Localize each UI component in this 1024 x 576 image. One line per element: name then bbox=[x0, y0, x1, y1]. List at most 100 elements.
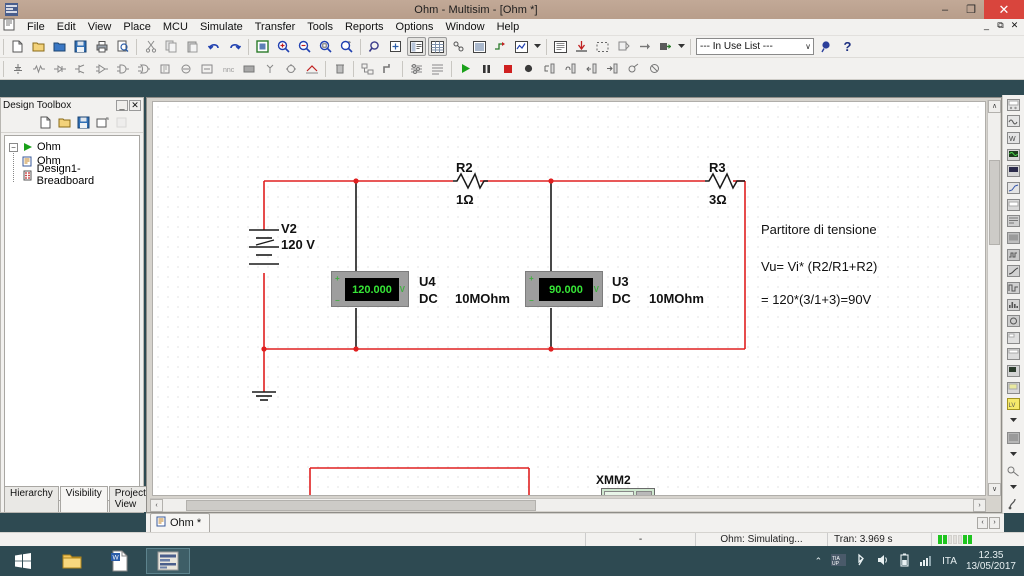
menu-file[interactable]: File bbox=[21, 20, 51, 34]
xmm2-instrument-body[interactable] bbox=[601, 488, 655, 495]
menu-view[interactable]: View bbox=[82, 20, 118, 34]
copy-icon[interactable] bbox=[162, 37, 181, 56]
menu-window[interactable]: Window bbox=[439, 20, 490, 34]
paste-icon[interactable] bbox=[183, 37, 202, 56]
labview-instruments-icon[interactable]: LV bbox=[1005, 397, 1023, 413]
record-icon[interactable] bbox=[519, 59, 538, 78]
distortion-analyzer-icon[interactable] bbox=[1005, 280, 1023, 296]
design-toolbox-close-button[interactable]: ✕ bbox=[129, 100, 141, 111]
analog-icon[interactable] bbox=[92, 59, 111, 78]
design-toolbox-icon[interactable] bbox=[407, 37, 426, 56]
open-sample-icon[interactable] bbox=[50, 37, 69, 56]
menu-reports[interactable]: Reports bbox=[339, 20, 390, 34]
spice-netlist-icon[interactable] bbox=[449, 37, 468, 56]
transistor-icon[interactable] bbox=[71, 59, 90, 78]
scroll-left-button[interactable]: ‹ bbox=[150, 499, 163, 512]
clock[interactable]: 12.35 13/05/2017 bbox=[966, 550, 1016, 572]
print-preview-icon[interactable] bbox=[113, 37, 132, 56]
indicator-icon[interactable] bbox=[197, 59, 216, 78]
tab-visibility[interactable]: Visibility bbox=[59, 486, 108, 512]
minimize-button[interactable]: – bbox=[932, 0, 958, 19]
full-screen-icon[interactable] bbox=[253, 37, 272, 56]
labview-dropdown-icon[interactable] bbox=[1005, 413, 1023, 429]
redo-icon[interactable] bbox=[225, 37, 244, 56]
design-toolbox-collapse-button[interactable]: _ bbox=[116, 100, 128, 111]
battery-icon[interactable] bbox=[899, 553, 910, 570]
step-into-icon[interactable] bbox=[540, 59, 559, 78]
save-design-icon[interactable] bbox=[77, 116, 91, 130]
power-icon[interactable]: nnc bbox=[218, 59, 237, 78]
undo-icon[interactable] bbox=[204, 37, 223, 56]
ni-elvis-dropdown-icon[interactable] bbox=[1005, 446, 1023, 462]
bus-icon[interactable] bbox=[379, 59, 398, 78]
step-out-icon[interactable] bbox=[582, 59, 601, 78]
menu-edit[interactable]: Edit bbox=[51, 20, 82, 34]
zoom-area-icon[interactable] bbox=[316, 37, 335, 56]
tab-prev-button[interactable]: ‹ bbox=[977, 517, 988, 529]
current-probe-icon[interactable] bbox=[1005, 463, 1023, 479]
ni-elvis-icon[interactable] bbox=[1005, 430, 1023, 446]
menu-mcu[interactable]: MCU bbox=[157, 20, 194, 34]
design-tree[interactable]: − Ohm Ohm Design1-Breadboard bbox=[4, 135, 140, 501]
network-analyzer-icon[interactable] bbox=[1005, 313, 1023, 329]
scroll-up-button[interactable]: ∧ bbox=[988, 100, 1001, 113]
frequency-counter-icon[interactable] bbox=[1005, 197, 1023, 213]
menu-place[interactable]: Place bbox=[117, 20, 157, 34]
measurement-probe-icon[interactable] bbox=[1005, 496, 1023, 512]
scroll-down-button[interactable]: ∨ bbox=[988, 483, 1001, 496]
agilent-function-generator-icon[interactable] bbox=[1005, 330, 1023, 346]
tree-node-breadboard[interactable]: Design1-Breadboard bbox=[7, 163, 137, 187]
zoom-out-icon[interactable] bbox=[295, 37, 314, 56]
place-hierarchical-block-icon[interactable] bbox=[358, 59, 377, 78]
in-use-list-icon[interactable] bbox=[656, 37, 675, 56]
diode-icon[interactable] bbox=[50, 59, 69, 78]
run-to-cursor-icon[interactable] bbox=[603, 59, 622, 78]
word-generator-icon[interactable] bbox=[1005, 213, 1023, 229]
open-file-icon[interactable] bbox=[29, 37, 48, 56]
open-design-icon[interactable] bbox=[58, 116, 72, 130]
measurement-probe-dropdown-icon[interactable] bbox=[1005, 480, 1023, 496]
mdi-minimize-button[interactable]: _ bbox=[980, 20, 993, 33]
multimeter-instrument-icon[interactable] bbox=[1005, 97, 1023, 113]
toggle-parent-sheet-icon[interactable] bbox=[386, 37, 405, 56]
multimeter-u4[interactable]: + − V 120.000 bbox=[331, 271, 409, 307]
maximize-button[interactable]: ❐ bbox=[958, 0, 984, 19]
postprocessor-icon[interactable] bbox=[491, 37, 510, 56]
analysis-dropdown-arrow-icon[interactable] bbox=[533, 37, 542, 56]
logic-analyzer-icon[interactable] bbox=[1005, 247, 1023, 263]
multimeter-u3[interactable]: + − V 90.000 bbox=[525, 271, 603, 307]
in-use-list-combo[interactable]: --- In Use List --- ∨ bbox=[696, 38, 814, 55]
vertical-scroll-thumb[interactable] bbox=[989, 160, 1000, 245]
new-file-icon[interactable] bbox=[8, 37, 27, 56]
capture-screen-area-icon[interactable] bbox=[572, 37, 591, 56]
tektronix-oscilloscope-icon[interactable] bbox=[1005, 380, 1023, 396]
source-icon[interactable] bbox=[8, 59, 27, 78]
menu-tools[interactable]: Tools bbox=[301, 20, 339, 34]
cmos-icon[interactable] bbox=[134, 59, 153, 78]
iv-analyzer-icon[interactable] bbox=[1005, 263, 1023, 279]
spectrum-analyzer-icon[interactable] bbox=[1005, 297, 1023, 313]
zoom-in-icon[interactable] bbox=[274, 37, 293, 56]
simulation-list-icon[interactable] bbox=[428, 59, 447, 78]
tree-node-root[interactable]: − Ohm bbox=[7, 140, 137, 154]
select-area-icon[interactable] bbox=[593, 37, 612, 56]
ttl-icon[interactable] bbox=[113, 59, 132, 78]
ni-components-icon[interactable] bbox=[330, 59, 349, 78]
mixed-icon[interactable] bbox=[176, 59, 195, 78]
help-search-icon[interactable] bbox=[817, 37, 836, 56]
taskbar-file-explorer-icon[interactable] bbox=[50, 548, 94, 574]
volume-icon[interactable] bbox=[876, 553, 890, 570]
print-icon[interactable] bbox=[92, 37, 111, 56]
run-icon[interactable] bbox=[456, 59, 475, 78]
scroll-right-button[interactable]: › bbox=[973, 499, 986, 512]
mdi-restore-button[interactable]: ⧉ bbox=[994, 20, 1007, 33]
menu-options[interactable]: Options bbox=[390, 20, 440, 34]
taskbar-word-document-icon[interactable]: W bbox=[98, 548, 142, 574]
misc-icon[interactable] bbox=[239, 59, 258, 78]
taskbar-multisim-app-icon[interactable] bbox=[146, 548, 190, 574]
basic-icon[interactable] bbox=[29, 59, 48, 78]
show-hidden-icons-button[interactable]: ⌃ bbox=[815, 556, 823, 567]
back-annotate-icon[interactable] bbox=[614, 37, 633, 56]
electromechanical-icon[interactable] bbox=[302, 59, 321, 78]
simulation-settings-icon[interactable] bbox=[407, 59, 426, 78]
